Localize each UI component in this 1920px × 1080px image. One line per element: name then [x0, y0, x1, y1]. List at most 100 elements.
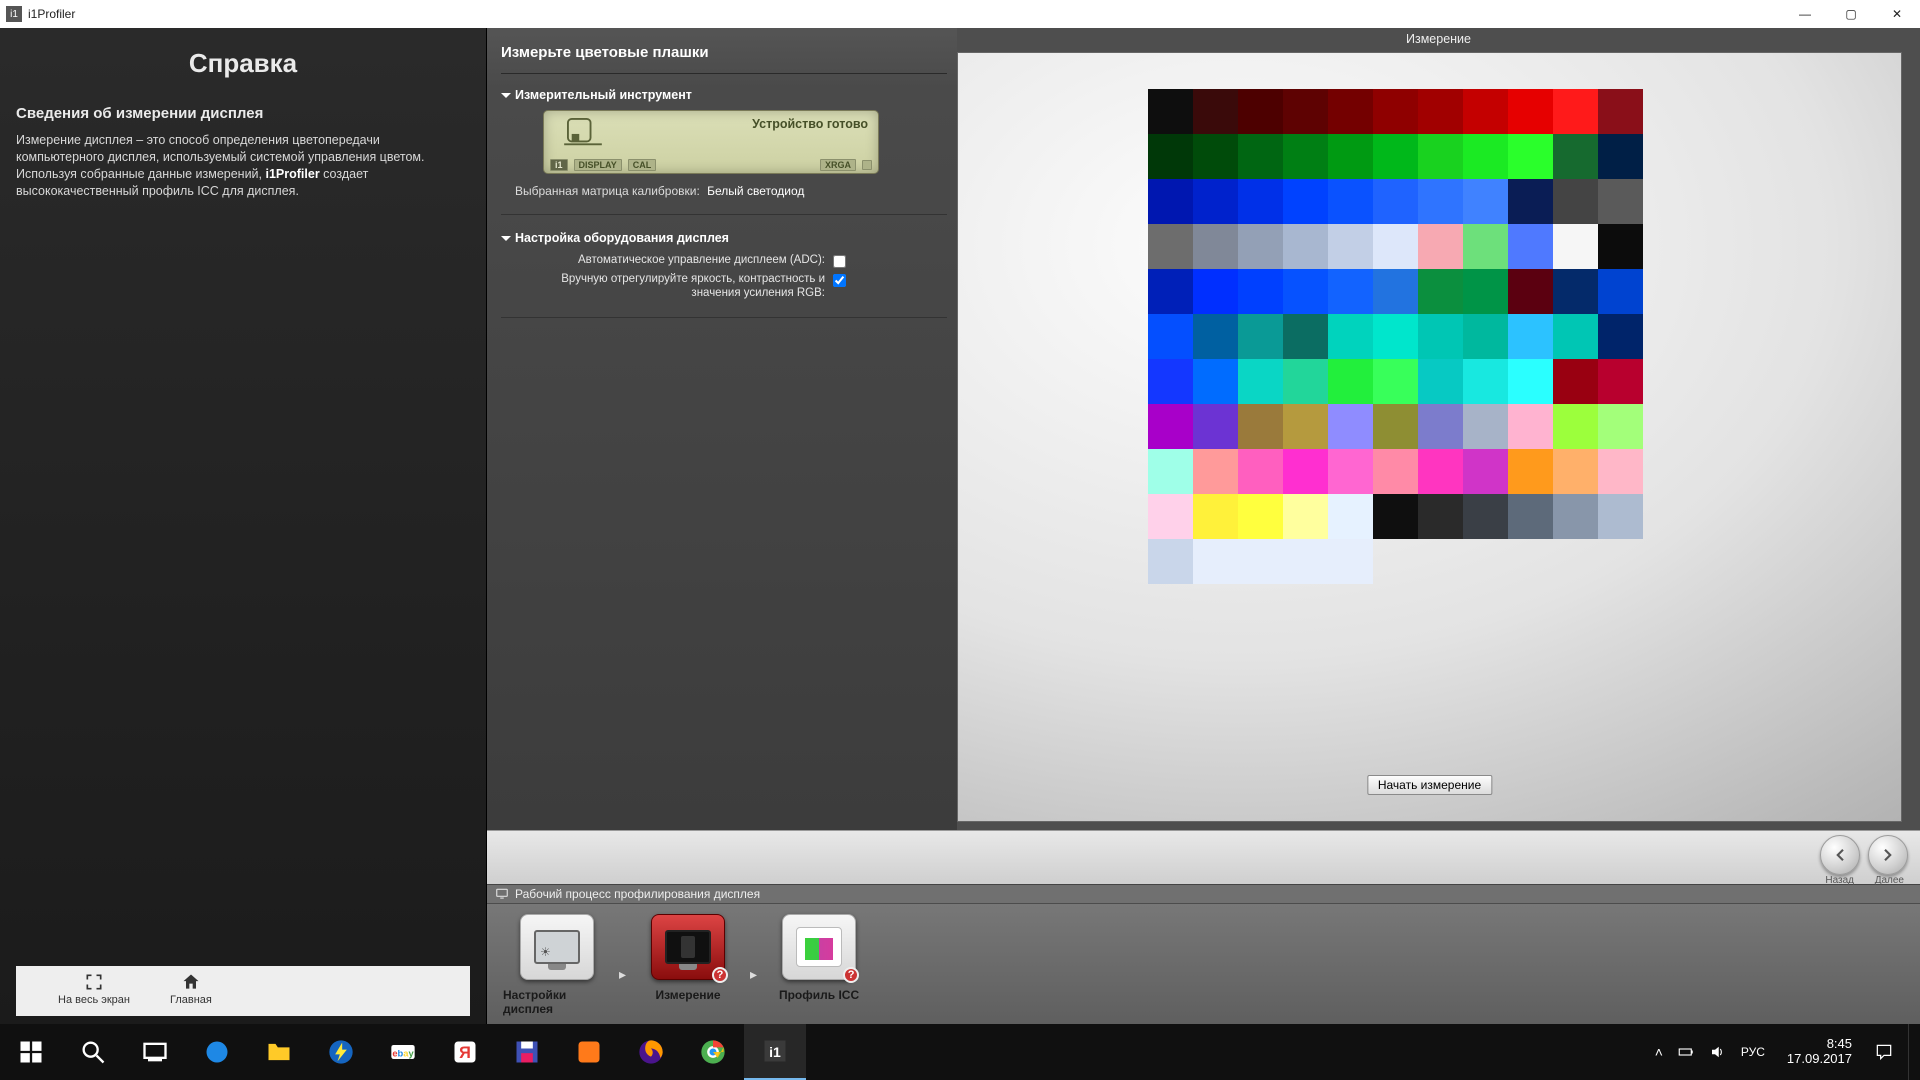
language-indicator[interactable]: РУС — [1741, 1045, 1765, 1059]
workflow-arrow-icon: ▸ — [619, 948, 626, 983]
color-swatch — [1553, 314, 1598, 359]
color-swatch — [1418, 179, 1463, 224]
window-close-button[interactable]: ✕ — [1874, 0, 1920, 28]
color-swatch — [1508, 494, 1553, 539]
color-swatch — [1238, 269, 1283, 314]
taskbar-app-thunderbird[interactable] — [310, 1024, 372, 1080]
color-swatch — [1193, 269, 1238, 314]
taskbar-app-edge[interactable] — [186, 1024, 248, 1080]
color-swatch — [1418, 314, 1463, 359]
color-swatch — [1373, 269, 1418, 314]
window-minimize-button[interactable]: — — [1782, 0, 1828, 28]
color-swatch — [1598, 449, 1643, 494]
help-title: Справка — [16, 48, 470, 79]
battery-icon[interactable] — [1677, 1043, 1695, 1061]
color-swatch — [1238, 449, 1283, 494]
taskbar-app-aimp[interactable] — [558, 1024, 620, 1080]
color-swatch — [1373, 494, 1418, 539]
color-swatch — [1463, 179, 1508, 224]
color-swatch — [1148, 539, 1193, 584]
workflow-step-measurement[interactable]: ? Измерение — [634, 914, 742, 1002]
workflow-step-label: Профиль ICC — [779, 988, 859, 1002]
color-swatch — [1238, 134, 1283, 179]
nav-back-button[interactable] — [1820, 835, 1860, 875]
color-swatch — [1598, 134, 1643, 179]
window-maximize-button[interactable]: ▢ — [1828, 0, 1874, 28]
alert-badge-icon: ? — [712, 967, 728, 983]
color-swatch — [1463, 224, 1508, 269]
show-desktop-button[interactable] — [1908, 1024, 1916, 1080]
option-adc-checkbox[interactable] — [833, 255, 846, 268]
color-swatch — [1193, 494, 1238, 539]
color-swatch — [1508, 359, 1553, 404]
section-hardware-header[interactable]: Настройка оборудования дисплея — [501, 231, 947, 245]
color-swatch — [1553, 449, 1598, 494]
device-chip-strip: i1 DISPLAY CAL XRGA — [544, 157, 878, 173]
taskbar-clock[interactable]: 8:45 17.09.2017 — [1779, 1037, 1860, 1067]
help-footer: На весь экран Главная — [16, 966, 470, 1016]
option-manual-checkbox[interactable] — [833, 274, 846, 287]
fullscreen-icon — [84, 972, 104, 992]
taskbar-app-i1profiler[interactable]: i1 — [744, 1024, 806, 1080]
color-swatch — [1328, 449, 1373, 494]
volume-icon[interactable] — [1709, 1043, 1727, 1061]
taskbar-app-explorer[interactable] — [248, 1024, 310, 1080]
calibration-matrix-label: Выбранная матрица калибровки: — [515, 184, 700, 198]
device-status-box: Устройство готово i1 DISPLAY CAL XRGA — [543, 110, 879, 174]
workflow-bar: Рабочий процесс профилирования дисплея ☀… — [487, 884, 1920, 1024]
taskbar-app-chrome[interactable] — [682, 1024, 744, 1080]
action-center-icon[interactable] — [1874, 1042, 1894, 1062]
color-swatch — [1508, 314, 1553, 359]
taskbar-app-save[interactable] — [496, 1024, 558, 1080]
color-swatch — [1328, 134, 1373, 179]
preview-area: Начать измерение — [957, 52, 1902, 822]
taskbar-app-firefox[interactable] — [620, 1024, 682, 1080]
color-swatch — [1508, 134, 1553, 179]
svg-text:i1: i1 — [769, 1044, 781, 1060]
color-swatch — [1283, 269, 1328, 314]
start-button[interactable] — [0, 1024, 62, 1080]
color-swatch — [1193, 539, 1238, 584]
color-swatch — [1373, 404, 1418, 449]
section-instrument-header[interactable]: Измерительный инструмент — [501, 88, 947, 102]
yandex-icon: Я — [451, 1038, 479, 1066]
workflow-step-icc-profile[interactable]: ? Профиль ICC — [765, 914, 873, 1002]
nav-next-button[interactable] — [1868, 835, 1908, 875]
workflow-header: Рабочий процесс профилирования дисплея — [487, 885, 1920, 904]
search-button[interactable] — [62, 1024, 124, 1080]
color-swatch — [1508, 269, 1553, 314]
workflow-step-display-settings[interactable]: ☀ Настройки дисплея — [503, 914, 611, 1016]
color-swatch — [1508, 179, 1553, 224]
task-view-button[interactable] — [124, 1024, 186, 1080]
color-swatch — [1598, 269, 1643, 314]
color-swatch — [1598, 314, 1643, 359]
color-swatch — [1553, 359, 1598, 404]
color-swatch — [1328, 404, 1373, 449]
color-swatch — [1193, 314, 1238, 359]
color-swatch — [1148, 314, 1193, 359]
app-body: Справка Сведения об измерении дисплея Из… — [0, 28, 1920, 1024]
color-swatch — [1328, 314, 1373, 359]
color-swatch — [1418, 359, 1463, 404]
color-swatch — [1553, 89, 1598, 134]
help-body: Измерение дисплея – это способ определен… — [16, 132, 470, 200]
chip-i1: i1 — [550, 159, 568, 171]
preview-title: Измерение — [957, 28, 1920, 52]
floppy-icon — [513, 1038, 541, 1066]
color-swatch — [1238, 539, 1283, 584]
fullscreen-button[interactable]: На весь экран — [58, 972, 130, 1006]
color-swatch — [1418, 89, 1463, 134]
ambient-icon — [862, 160, 872, 170]
color-swatch — [1193, 224, 1238, 269]
taskbar-app-yandex[interactable]: Я — [434, 1024, 496, 1080]
window-title: i1Profiler — [28, 7, 1782, 21]
color-swatch — [1238, 89, 1283, 134]
home-button[interactable]: Главная — [170, 972, 212, 1006]
taskbar-app-ebay[interactable]: ebay — [372, 1024, 434, 1080]
window-titlebar: i1 i1Profiler — ▢ ✕ — [0, 0, 1920, 28]
color-swatch — [1193, 134, 1238, 179]
tray-overflow-button[interactable]: ˄ — [1655, 1044, 1663, 1060]
chevron-right-icon — [1879, 846, 1897, 864]
workflow-step-label: Настройки дисплея — [503, 988, 611, 1016]
start-measurement-button[interactable]: Начать измерение — [1367, 775, 1492, 795]
